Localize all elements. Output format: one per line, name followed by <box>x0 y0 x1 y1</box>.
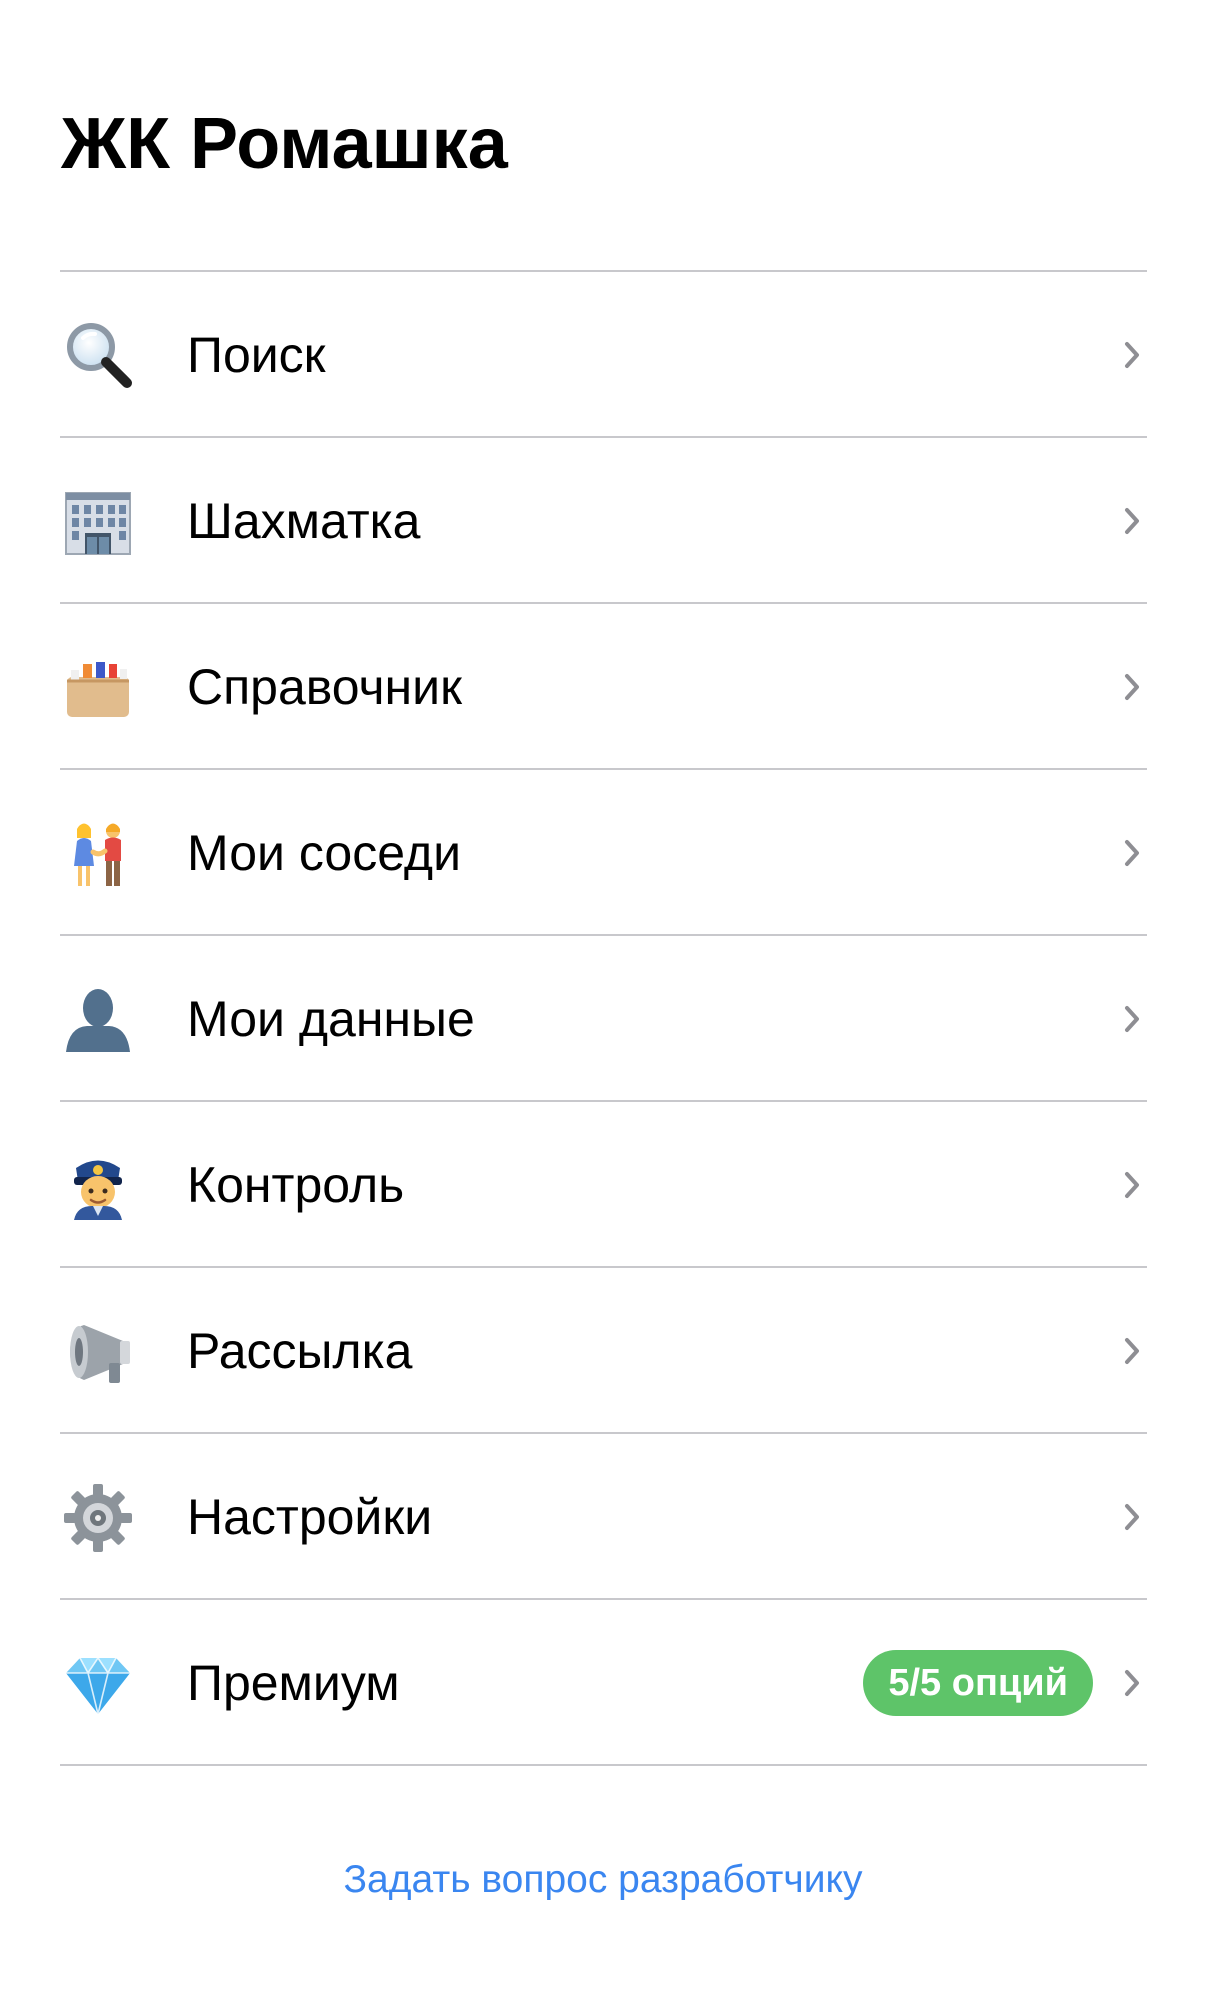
couple-holding-hands-icon <box>74 823 121 886</box>
page-title: ЖК Ромашка <box>61 104 508 184</box>
menu-item-label: Настройки <box>187 1489 433 1545</box>
menu-item-search[interactable]: Поиск <box>60 272 1147 438</box>
menu-item-control[interactable]: Контроль <box>60 1102 1147 1268</box>
home-screen: ЖК Ромашка Поиск Шахматка Справочник Мои… <box>0 0 1206 1999</box>
menu-item-chessboard[interactable]: Шахматка <box>60 438 1147 604</box>
menu-item-label: Поиск <box>187 327 326 383</box>
menu-item-settings[interactable]: Настройки <box>60 1434 1147 1600</box>
chevron-right-icon <box>1125 1670 1139 1696</box>
menu-item-mailing[interactable]: Рассылка <box>60 1268 1147 1434</box>
menu-item-label: Мои данные <box>187 991 475 1047</box>
chevron-right-icon <box>1125 1504 1139 1530</box>
magnifying-glass-icon <box>67 323 132 388</box>
chevron-right-icon <box>1125 1006 1139 1032</box>
menu-item-label: Премиум <box>187 1655 400 1711</box>
menu-item-label: Контроль <box>187 1157 405 1213</box>
menu-item-label: Мои соседи <box>187 825 462 881</box>
premium-options-badge: 5/5 опций <box>863 1650 1093 1716</box>
office-building-icon <box>65 492 131 555</box>
megaphone-icon <box>70 1325 130 1383</box>
gear-icon <box>64 1484 132 1552</box>
police-officer-icon <box>74 1160 122 1220</box>
menu-item-premium[interactable]: Премиум 5/5 опций <box>60 1600 1147 1766</box>
menu-item-label: Шахматка <box>187 493 421 549</box>
chevron-right-icon <box>1125 674 1139 700</box>
menu-item-label: Рассылка <box>187 1323 413 1379</box>
menu-item-neighbors[interactable]: Мои соседи <box>60 770 1147 936</box>
chevron-right-icon <box>1125 508 1139 534</box>
chevron-right-icon <box>1125 1172 1139 1198</box>
chevron-right-icon <box>1125 1338 1139 1364</box>
main-menu: Поиск Шахматка Справочник Мои соседи Мои… <box>60 270 1147 1766</box>
menu-item-label: Справочник <box>187 659 462 715</box>
chevron-right-icon <box>1125 342 1139 368</box>
menu-item-directory[interactable]: Справочник <box>60 604 1147 770</box>
gem-icon <box>66 1656 130 1715</box>
chevron-right-icon <box>1125 840 1139 866</box>
user-silhouette-icon <box>66 989 130 1052</box>
card-file-box-icon <box>67 662 129 717</box>
menu-item-my-data[interactable]: Мои данные <box>60 936 1147 1102</box>
ask-developer-link[interactable]: Задать вопрос разработчику <box>0 1852 1206 1908</box>
